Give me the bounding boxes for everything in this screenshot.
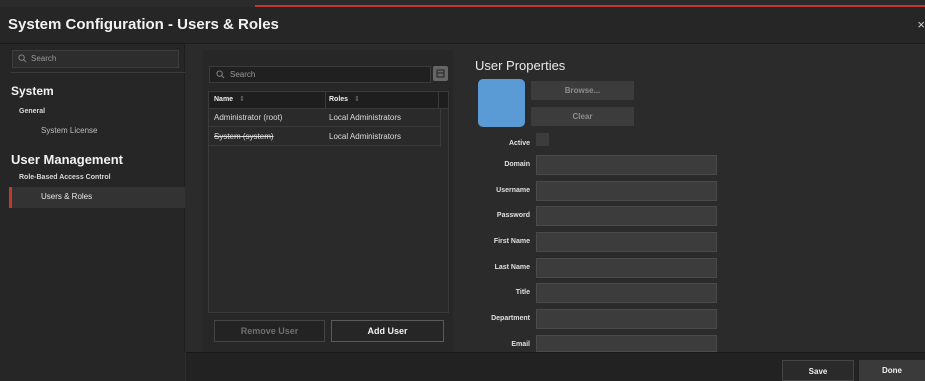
table-header: Name ⇕ Roles ⇕	[209, 92, 448, 109]
save-button[interactable]: Save	[782, 360, 854, 381]
user-name-cell: Administrator (root)	[214, 113, 283, 122]
sidebar-section-system[interactable]: System	[11, 84, 54, 98]
column-divider	[325, 92, 326, 109]
user-roles-cell: Local Administrators	[329, 113, 402, 122]
column-header-name[interactable]: Name ⇕	[214, 95, 245, 103]
user-name-cell: System (system)	[214, 132, 274, 141]
first-name-label: First Name	[493, 238, 530, 245]
user-roles-cell: Local Administrators	[329, 132, 402, 141]
window-title: System Configuration - Users & Roles	[8, 16, 279, 33]
sort-icon: ⇕	[239, 96, 245, 103]
browse-button[interactable]: Browse...	[531, 81, 634, 100]
filter-glyph	[436, 69, 445, 78]
domain-field[interactable]	[536, 155, 717, 175]
password-field[interactable]	[536, 206, 717, 226]
last-name-label: Last Name	[494, 264, 530, 271]
search-icon	[18, 54, 27, 63]
column-header-roles[interactable]: Roles ⇕	[329, 95, 360, 103]
sidebar-search-placeholder: Search	[31, 54, 57, 63]
department-field[interactable]	[536, 309, 717, 329]
sidebar-search-input[interactable]: Search	[12, 50, 179, 68]
last-name-field[interactable]	[536, 258, 717, 278]
title-label: Title	[515, 289, 530, 296]
filter-icon[interactable]	[433, 66, 448, 81]
close-icon[interactable]: ×	[917, 17, 925, 32]
users-search-placeholder: Search	[230, 70, 256, 79]
sidebar-item-users-roles[interactable]: Users & Roles	[41, 192, 92, 201]
avatar[interactable]	[478, 79, 525, 127]
column-roles-label: Roles	[329, 96, 349, 103]
table-row-end-divider	[440, 109, 441, 147]
sidebar-divider	[10, 72, 185, 73]
users-search-input[interactable]: Search	[209, 66, 431, 83]
username-label: Username	[496, 187, 530, 194]
email-field[interactable]	[536, 335, 717, 352]
email-label: Email	[511, 341, 530, 348]
users-table: Name ⇕ Roles ⇕ Administrator (root) Local …	[208, 91, 449, 313]
title-field[interactable]	[536, 283, 717, 303]
sidebar-group-general[interactable]: General	[19, 108, 45, 115]
title-bar: System Configuration - Users & Roles ×	[0, 7, 925, 44]
department-label: Department	[491, 315, 530, 322]
first-name-field[interactable]	[536, 232, 717, 252]
active-checkbox[interactable]	[536, 133, 549, 146]
column-divider	[438, 92, 439, 109]
column-name-label: Name	[214, 96, 234, 103]
sidebar-section-user-management[interactable]: User Management	[11, 152, 123, 167]
remove-user-button[interactable]: Remove User	[214, 320, 325, 342]
search-icon	[216, 70, 225, 79]
domain-label: Domain	[504, 161, 530, 168]
done-button[interactable]: Done	[859, 360, 925, 381]
clear-button[interactable]: Clear	[531, 107, 634, 126]
username-field[interactable]	[536, 181, 717, 201]
add-user-button[interactable]: Add User	[331, 320, 444, 342]
password-label: Password	[496, 212, 530, 219]
window-top-edge	[0, 0, 925, 7]
table-row[interactable]: System (system) Local Administrators	[209, 128, 440, 146]
active-label: Active	[508, 140, 530, 147]
sidebar-item-users-roles-active[interactable]	[9, 187, 185, 208]
user-properties-title: User Properties	[475, 58, 566, 73]
sort-icon: ⇕	[354, 96, 360, 103]
sidebar-item-system-license[interactable]: System License	[41, 126, 97, 135]
sidebar-group-rbac[interactable]: Role-Based Access Control	[19, 174, 111, 181]
table-row[interactable]: Administrator (root) Local Administrator…	[209, 109, 440, 127]
sidebar-footer	[0, 352, 185, 381]
